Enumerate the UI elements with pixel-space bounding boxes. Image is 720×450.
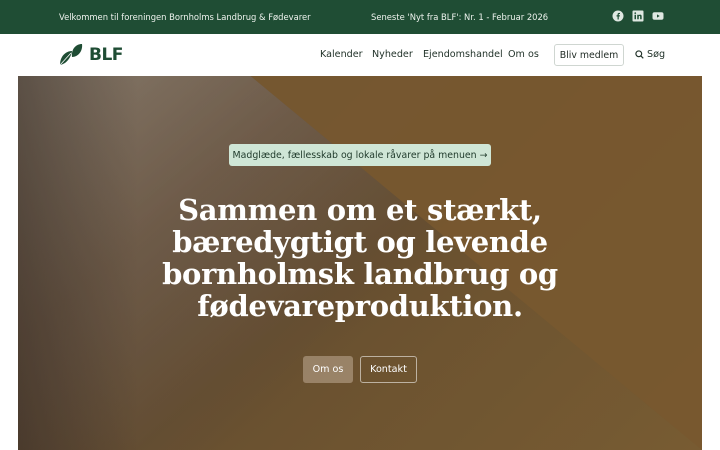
nav-item-ejendomshandel[interactable]: Ejendomshandel [423, 49, 503, 60]
search-label: Søg [647, 49, 666, 60]
logo-text: BLF [89, 45, 123, 65]
linkedin-icon[interactable] [632, 10, 644, 22]
hero-headline-line: Sammen om et stærkt, [178, 193, 542, 227]
facebook-icon[interactable] [612, 10, 624, 22]
become-member-button[interactable]: Bliv medlem [554, 44, 624, 66]
youtube-icon[interactable] [652, 10, 664, 22]
site-header: BLF Kalender Nyheder Ejendomshandel Om o… [0, 34, 720, 76]
hero-announcement-pill[interactable]: Madglæde, fællesskab og lokale råvarer p… [229, 144, 491, 166]
welcome-text: Velkommen til foreningen Bornholms Landb… [59, 12, 311, 22]
contact-button[interactable]: Kontakt [360, 356, 417, 383]
hero-headline: Sammen om et stærkt, bæredygtigt og leve… [110, 194, 610, 322]
nav-item-om-os[interactable]: Om os [508, 49, 539, 60]
search-button[interactable]: Søg [635, 49, 665, 60]
hero-headline-line: bornholmsk landbrug og [162, 257, 558, 291]
hero-headline-line: fødevareproduktion. [197, 289, 523, 323]
latest-newsletter-link[interactable]: Seneste 'Nyt fra BLF': Nr. 1 - Februar 2… [371, 12, 548, 22]
hero-section: Madglæde, fællesskab og lokale råvarer p… [18, 76, 702, 450]
about-us-button[interactable]: Om os [303, 356, 353, 383]
leaf-logo-icon [59, 44, 83, 66]
site-logo[interactable]: BLF [58, 43, 123, 67]
nav-item-nyheder[interactable]: Nyheder [372, 49, 413, 60]
hero-headline-line: bæredygtigt og levende [172, 225, 548, 259]
nav-item-kalender[interactable]: Kalender [320, 49, 363, 60]
social-links [612, 10, 664, 22]
search-icon [635, 50, 644, 59]
top-announcement-bar: Velkommen til foreningen Bornholms Landb… [0, 0, 720, 34]
